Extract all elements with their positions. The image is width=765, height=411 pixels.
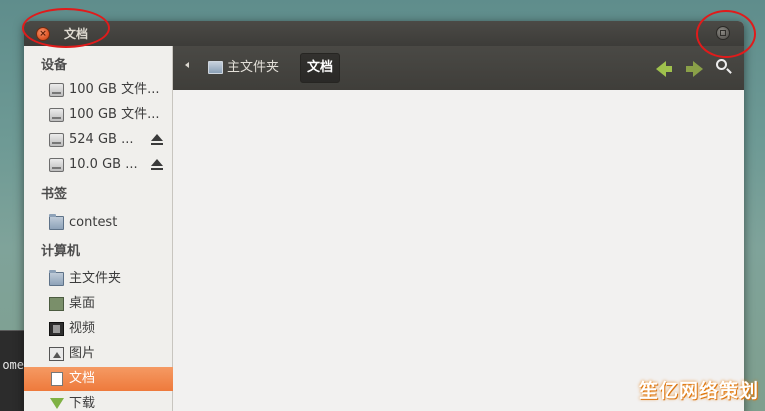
breadcrumb-scroll-left-icon[interactable]: [185, 62, 189, 68]
download-icon: [50, 398, 64, 409]
sidebar-item-label: 主文件夹: [69, 271, 122, 286]
folder-icon: [49, 214, 64, 230]
sidebar-item-drive-1[interactable]: 100 GB 文件...: [24, 78, 173, 102]
drive-icon: [49, 108, 64, 122]
drive-icon: [49, 133, 64, 147]
sidebar-item-pictures[interactable]: 图片: [24, 342, 173, 366]
sidebar-item-label: contest: [69, 215, 118, 230]
back-arrow-icon[interactable]: [656, 61, 672, 77]
sidebar-item-drive-4[interactable]: 10.0 GB ...: [24, 153, 173, 177]
file-manager-window: × 文档 设备 100 GB 文件... 100 GB 文件... 524 GB…: [24, 21, 744, 411]
watermark-text: 笙亿网络策划: [638, 380, 759, 402]
title-bar[interactable]: × 文档: [24, 21, 744, 46]
sidebar-item-drive-3[interactable]: 524 GB ...: [24, 128, 173, 152]
drive-icon: [49, 158, 64, 172]
close-button[interactable]: ×: [36, 27, 50, 41]
maximize-button[interactable]: [716, 26, 730, 40]
breadcrumb-current-button[interactable]: 文档: [300, 53, 341, 83]
sidebar-item-home[interactable]: 主文件夹: [24, 267, 173, 291]
sidebar-item-label: 图片: [69, 346, 96, 361]
section-header-devices: 设备: [41, 58, 68, 73]
sidebar-item-videos[interactable]: 视频: [24, 317, 173, 341]
sidebar-item-downloads[interactable]: 下载: [24, 392, 173, 411]
sidebar-item-label: 视频: [69, 321, 96, 336]
file-view-area[interactable]: [173, 90, 744, 411]
home-folder-icon: [49, 270, 64, 286]
breadcrumb-home-button[interactable]: 主文件夹: [203, 54, 279, 82]
terminal-text: ome: [2, 358, 24, 372]
sidebar-item-label: 100 GB 文件...: [69, 82, 160, 97]
drive-icon: [49, 83, 64, 97]
location-toolbar: 主文件夹 文档: [173, 46, 744, 90]
search-icon[interactable]: [716, 59, 727, 70]
maximize-icon: [720, 30, 726, 36]
sidebar-item-documents[interactable]: 文档: [24, 367, 173, 391]
window-title: 文档: [64, 27, 89, 41]
video-icon: [49, 322, 64, 336]
places-sidebar: 设备 100 GB 文件... 100 GB 文件... 524 GB ... …: [24, 46, 173, 411]
eject-icon[interactable]: [151, 159, 163, 171]
home-folder-icon: [208, 61, 223, 74]
sidebar-item-drive-2[interactable]: 100 GB 文件...: [24, 103, 173, 127]
forward-arrow-icon[interactable]: [686, 61, 703, 77]
sidebar-item-label: 桌面: [69, 296, 96, 311]
picture-icon: [49, 347, 64, 361]
sidebar-item-label: 文档: [69, 371, 96, 386]
eject-icon[interactable]: [151, 134, 163, 146]
section-header-bookmarks: 书签: [41, 187, 68, 202]
sidebar-item-label: 下载: [69, 396, 96, 411]
section-header-computer: 计算机: [41, 244, 81, 259]
sidebar-item-contest[interactable]: contest: [24, 211, 173, 235]
desktop-icon: [49, 297, 64, 311]
sidebar-item-desktop[interactable]: 桌面: [24, 292, 173, 316]
sidebar-item-label: 100 GB 文件...: [69, 107, 160, 122]
sidebar-item-label: 524 GB ...: [69, 132, 134, 147]
sidebar-item-label: 10.0 GB ...: [69, 157, 138, 172]
document-icon: [51, 372, 63, 386]
close-icon: ×: [39, 29, 47, 39]
breadcrumb-home-label: 主文件夹: [227, 60, 280, 75]
